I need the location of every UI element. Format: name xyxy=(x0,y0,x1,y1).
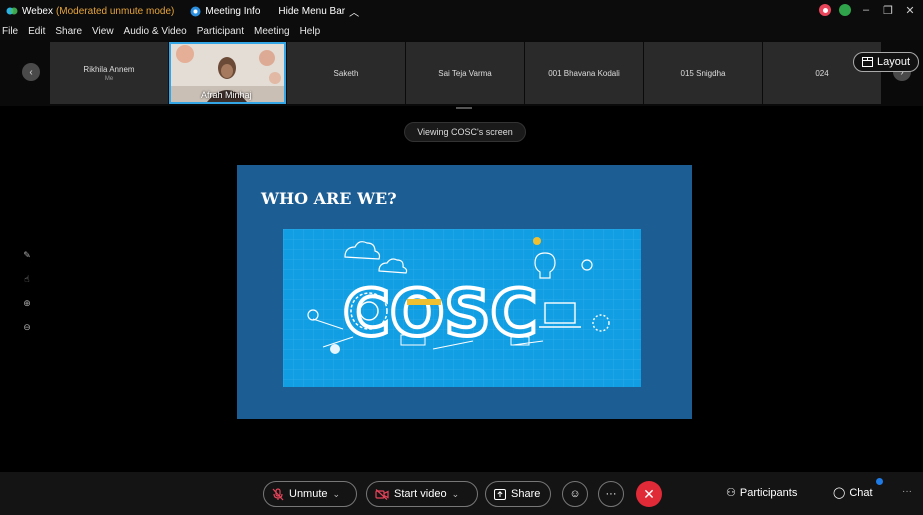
viewing-screen-label: Viewing COSC's screen xyxy=(417,127,513,137)
close-icon: ✕ xyxy=(643,485,655,502)
end-call-button[interactable]: ✕ xyxy=(636,481,662,507)
chat-label: Chat xyxy=(849,486,873,499)
meeting-info-icon xyxy=(190,6,201,16)
share-label: Share xyxy=(511,488,541,500)
minimize-icon[interactable]: – xyxy=(859,3,873,17)
side-toolbar: ✎ ☝ ⊕ ⊖ xyxy=(20,248,34,334)
slide-title: WHO ARE WE? xyxy=(261,189,397,208)
chevron-down-icon: ⌄ xyxy=(451,488,460,499)
annotate-icon[interactable]: ✎ xyxy=(20,248,34,262)
title-bar: Webex (Moderated unmute mode) Meeting In… xyxy=(0,0,923,22)
menu-audio-video[interactable]: Audio & Video xyxy=(124,26,187,37)
menu-share[interactable]: Share xyxy=(55,26,82,37)
chat-button[interactable]: ◯ Chat xyxy=(833,486,873,500)
participant-tile[interactable]: Rikhila Annem Me xyxy=(50,42,168,104)
hide-menu-bar-label: Hide Menu Bar xyxy=(278,5,346,17)
participant-name: 024 xyxy=(815,68,829,78)
participant-video-tile[interactable]: Afrah Minhaj xyxy=(169,42,286,104)
reactions-button[interactable]: ☺ xyxy=(562,481,588,507)
cosc-graphic: COSC xyxy=(283,229,641,387)
participants-button[interactable]: ⚇ Participants xyxy=(726,486,798,500)
filmstrip-resize-handle[interactable] xyxy=(456,107,472,109)
remote-control-icon[interactable]: ☝ xyxy=(20,272,34,286)
participant-name: Afrah Minhaj xyxy=(201,90,252,100)
more-icon[interactable]: ··· xyxy=(902,486,912,497)
restore-icon[interactable]: ❐ xyxy=(881,3,895,17)
menu-view[interactable]: View xyxy=(92,26,114,37)
participants-icon: ⚇ xyxy=(726,487,736,499)
menu-edit[interactable]: Edit xyxy=(28,26,45,37)
share-button[interactable]: Share xyxy=(485,481,551,507)
participant-self-label: Me xyxy=(104,75,114,82)
menu-help[interactable]: Help xyxy=(300,26,321,37)
video-off-icon xyxy=(375,488,389,500)
share-icon xyxy=(494,488,506,500)
meeting-info-label: Meeting Info xyxy=(205,5,261,17)
cosc-illustration: COSC xyxy=(283,229,641,387)
participant-name: Saketh xyxy=(333,68,359,78)
zoom-in-icon[interactable]: ⊕ xyxy=(20,296,34,310)
smiley-icon: ☺ xyxy=(569,488,581,500)
slide-logo-text: COSC xyxy=(343,277,537,351)
layout-button[interactable]: Layout xyxy=(852,52,919,72)
recording-icon[interactable] xyxy=(819,4,831,16)
meeting-controls: Unmute ⌄ Start video ⌄ Share ☺ ··· ✕ ⚇ P… xyxy=(0,472,923,515)
start-video-button[interactable]: Start video ⌄ xyxy=(366,481,478,507)
layout-label: Layout xyxy=(876,56,910,68)
microphone-muted-icon xyxy=(272,487,284,500)
participants-label: Participants xyxy=(739,486,798,499)
shared-screen: WHO ARE WE? COSC xyxy=(237,165,692,419)
participant-tile[interactable]: Saketh xyxy=(287,42,405,104)
zoom-out-icon[interactable]: ⊖ xyxy=(20,320,34,334)
menu-bar: File Edit Share View Audio & Video Parti… xyxy=(0,22,923,40)
participant-name: Rikhila Annem xyxy=(83,64,135,74)
unmute-label: Unmute xyxy=(289,488,328,500)
menu-file[interactable]: File xyxy=(2,26,18,37)
start-video-label: Start video xyxy=(394,488,447,500)
unmute-mode-label: (Moderated unmute mode) xyxy=(55,5,175,17)
chat-notification-badge xyxy=(876,478,883,485)
network-health-icon[interactable] xyxy=(839,4,851,16)
menu-meeting[interactable]: Meeting xyxy=(254,26,290,37)
filmstrip-prev-button[interactable]: ‹ xyxy=(22,63,40,81)
chevron-left-icon: ‹ xyxy=(29,66,33,78)
participant-tile[interactable]: Sai Teja Varma xyxy=(406,42,524,104)
more-options-button[interactable]: ··· xyxy=(598,481,624,507)
participant-name: 001 Bhavana Kodali xyxy=(548,68,620,78)
unmute-button[interactable]: Unmute ⌄ xyxy=(263,481,357,507)
webex-logo-icon xyxy=(6,7,18,15)
ellipsis-icon: ··· xyxy=(605,488,617,500)
chat-icon: ◯ xyxy=(833,487,846,499)
app-name: Webex xyxy=(22,5,53,17)
participant-tile[interactable]: 015 Snigdha xyxy=(644,42,762,104)
participant-tile[interactable]: 001 Bhavana Kodali xyxy=(525,42,643,104)
participant-name: Sai Teja Varma xyxy=(438,68,492,78)
layout-icon xyxy=(861,57,873,67)
meeting-info-button[interactable]: Meeting Info xyxy=(190,6,260,17)
hide-menu-bar-button[interactable]: Hide Menu Bar ︿ xyxy=(278,4,359,19)
participant-filmstrip: ‹ Rikhila Annem Me Afrah Minhaj Saketh S… xyxy=(0,40,923,106)
chevron-down-icon: ⌄ xyxy=(332,488,341,499)
close-icon[interactable]: ✕ xyxy=(903,3,917,17)
chevron-up-icon: ︿ xyxy=(349,7,360,19)
participant-name: 015 Snigdha xyxy=(680,68,726,78)
menu-participant[interactable]: Participant xyxy=(197,26,244,37)
viewing-screen-badge[interactable]: Viewing COSC's screen xyxy=(404,122,526,142)
